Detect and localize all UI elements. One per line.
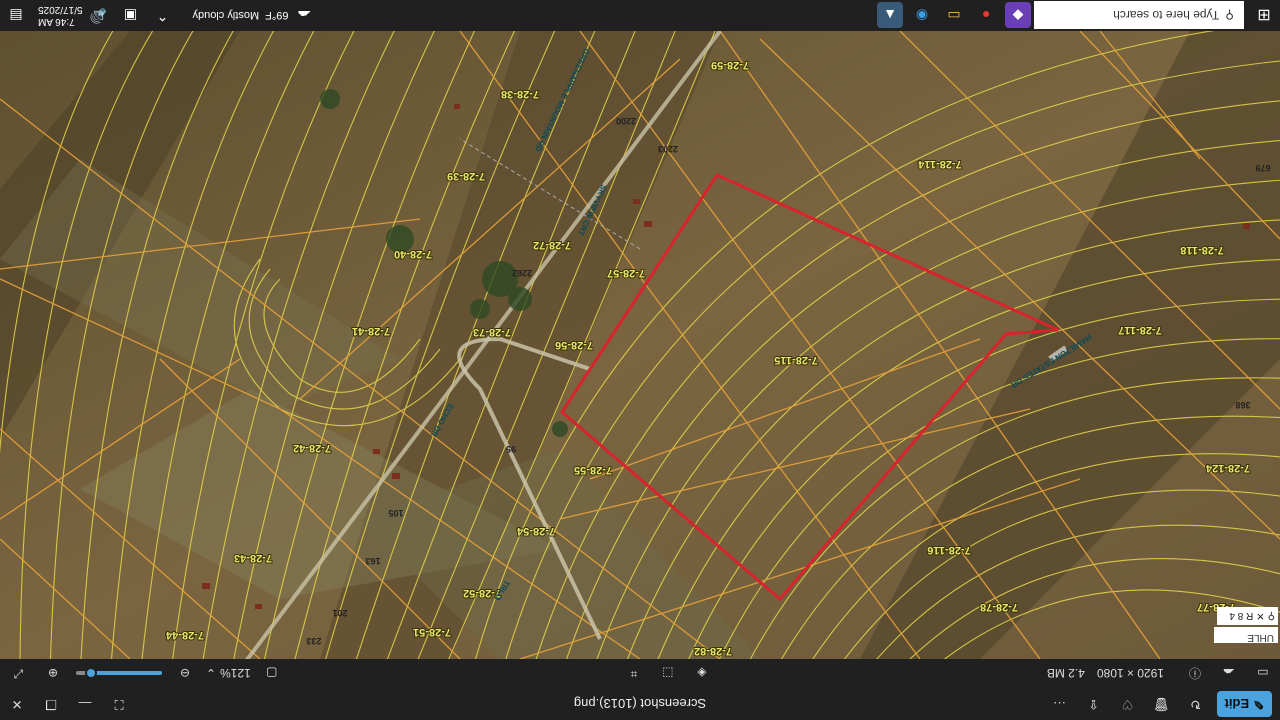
parcel-label: 7-28-115 [774, 354, 817, 366]
start-button[interactable]: ⊞ [1251, 3, 1277, 29]
fit-icon[interactable]: ▢ [259, 661, 285, 687]
parcel-label: 7-28-55 [574, 464, 612, 476]
popup-text: UHLE [1247, 632, 1274, 643]
parcel-label: 7-28-42 [293, 442, 331, 454]
zoom-slider-knob[interactable] [85, 667, 98, 680]
visual-search-icon[interactable]: ◈ [689, 661, 715, 687]
crop-icon[interactable]: ⬚ [655, 661, 681, 687]
fullscreen-icon[interactable]: ⛶ [106, 691, 132, 717]
close-icon[interactable]: ✕ [1256, 611, 1264, 622]
parcel-label: 7-28-72 [533, 239, 571, 251]
file-size: 4.2 MB [1046, 666, 1085, 681]
ocr-icon[interactable]: ⌗ [621, 661, 647, 687]
search-icon: ⚲ [1225, 8, 1234, 23]
clock-time: 7:46 AM [38, 16, 75, 28]
parcel-label: 7-28-44 [165, 629, 204, 641]
parcel-label: 7-28-40 [394, 248, 432, 260]
search-placeholder: Type here to search [1113, 8, 1220, 23]
address-label: 2262 [512, 268, 532, 278]
clock-date: 5/17/2025 [38, 4, 83, 16]
taskbar-search[interactable]: ⚲ Type here to search [1034, 1, 1244, 30]
rotate-icon[interactable]: ↻ [1183, 691, 1209, 717]
edge-icon[interactable]: ◉ [909, 3, 935, 29]
parcel-label: 7-28-117 [1118, 324, 1161, 336]
cloud-icon: ☁ [1223, 666, 1235, 681]
info-icon[interactable]: ⓘ [1182, 661, 1208, 687]
address-label: 2200 [616, 116, 636, 126]
parcel-label: 7-28-51 [413, 626, 451, 638]
parcel-label: 7-28-78 [980, 601, 1018, 613]
minimize-button[interactable]: — [72, 691, 98, 717]
chevron-down-icon: ⌄ [205, 666, 217, 681]
expand-icon[interactable]: ⤢ [6, 661, 32, 687]
parcel-label: 7-28-41 [352, 325, 390, 337]
volume-icon[interactable]: 🔊 [86, 3, 112, 29]
parcel-label: 7-28-82 [694, 645, 732, 657]
share-icon[interactable]: ⇪ [1081, 691, 1107, 717]
maximize-button[interactable]: ❐ [38, 691, 64, 717]
viewer-toolbar: ▭ ☁ ⓘ 1920 × 1080 4.2 MB ◈ ⬚ ⌗ ▢ 121% ⌄ … [0, 659, 1280, 688]
weather-temp: 69°F [265, 9, 289, 22]
zoom-level: 121% [220, 666, 251, 681]
address-label: 679 [1255, 163, 1270, 173]
search-icon: ⚲ [1267, 610, 1275, 622]
address-label: 368 [1235, 400, 1250, 410]
image-dimensions: 1920 × 1080 [1096, 666, 1164, 681]
parcel-label: 7-28-57 [607, 267, 645, 279]
filmstrip-icon[interactable]: ▭ [1250, 661, 1276, 687]
address-label: 163 [365, 556, 380, 566]
zoom-slider-fill [91, 671, 162, 676]
edit-button[interactable]: ✎ Edit [1216, 691, 1272, 717]
edit-icon: ✎ [1253, 697, 1264, 712]
weather-icon: ☁ [297, 8, 312, 24]
copilot-icon[interactable]: ◆ [1005, 2, 1031, 29]
file-explorer-icon[interactable]: ▭ [941, 3, 967, 29]
parcel-label: 7-28-118 [1180, 244, 1223, 256]
address-label: 201 [332, 608, 347, 618]
parcel-label: 7-28-43 [234, 552, 272, 564]
notifications-icon[interactable]: ▤ [3, 3, 29, 29]
aerial-map: 7-28-38 7-28-39 7-28-40 7-28-41 7-28-42 7-28-… [0, 31, 1280, 659]
parcel-label: 7-28-56 [555, 339, 593, 351]
parcel-label: 7-28-39 [447, 170, 485, 182]
more-icon[interactable]: ··· [1047, 691, 1073, 717]
system-clock[interactable]: 7:46 AM 5/17/2025 [38, 4, 83, 28]
image-viewer[interactable]: 7-28-38 7-28-39 7-28-40 7-28-41 7-28-42 7-28-… [0, 31, 1280, 659]
parcel-label: 7-28-59 [711, 59, 749, 71]
parcel-label: 7-28-54 [516, 525, 555, 537]
parcel-label: 7-28-124 [1205, 462, 1250, 474]
parcel-label: 7-28-73 [473, 326, 511, 338]
favorite-icon[interactable]: ♡ [1115, 691, 1141, 717]
network-icon[interactable]: ▣ [118, 3, 144, 29]
zoom-out-icon[interactable]: ⊖ [172, 661, 198, 687]
zoom-dropdown[interactable]: 121% ⌄ [206, 661, 251, 687]
photos-command-bar: ✎ Edit ↻ 🗑 ♡ ⇪ ··· Screenshot (1013).png… [0, 688, 1280, 720]
address-label: 233 [306, 636, 321, 646]
map-popup[interactable]: UHLE [1214, 627, 1278, 643]
popup-counter: R 8 4 [1229, 610, 1254, 622]
address-label: 2203 [658, 144, 678, 154]
close-button[interactable]: ✕ [4, 691, 30, 717]
map-search-chip[interactable]: ⚲ ✕ R 8 4 [1217, 607, 1278, 625]
parcel-label: 7-28-116 [927, 544, 970, 556]
delete-icon[interactable]: 🗑 [1149, 691, 1175, 717]
photos-app-icon[interactable]: ▲ [877, 2, 903, 29]
weather-desc: Mostly cloudy [192, 9, 260, 22]
address-label: 95 [506, 444, 516, 454]
parcel-label: 7-28-114 [917, 158, 961, 170]
zoom-in-icon[interactable]: ⊕ [40, 661, 66, 687]
edit-label: Edit [1224, 696, 1250, 712]
chevron-up-icon[interactable]: ⌃ [150, 3, 176, 29]
zoom-slider[interactable] [75, 667, 162, 680]
chrome-icon[interactable]: ● [973, 3, 999, 29]
address-label: 105 [388, 508, 403, 518]
parcel-label: 7-28-38 [501, 88, 539, 100]
windows-taskbar: ⊞ ⚲ Type here to search ◆ ● ▭ ◉ ▲ ☁ 69°F… [0, 0, 1280, 31]
